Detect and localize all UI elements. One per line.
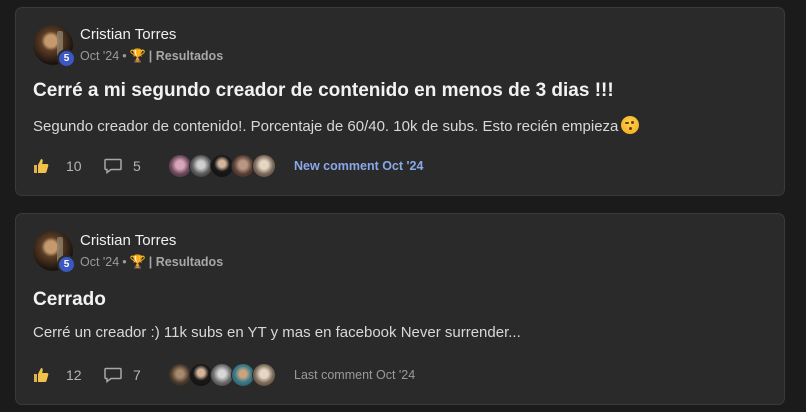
post-category[interactable]: | Resultados [149,255,223,269]
commenter-avatars [168,154,276,178]
level-badge: 5 [57,49,76,68]
comment-bubble-icon[interactable] [104,158,122,174]
winking-face-emoji-icon [621,116,640,134]
thumbs-up-icon[interactable] [33,158,49,174]
post-date: Oct '24 [80,255,120,269]
meta-separator: • [122,49,127,63]
author-name[interactable]: Cristian Torres [80,232,176,249]
trophy-icon: 🏆 [129,48,146,63]
post-body-text: Segundo creador de contenido!. Porcentaj… [33,118,619,135]
post-title[interactable]: Cerrado [33,289,106,311]
meta-separator: • [122,255,127,269]
author-name[interactable]: Cristian Torres [80,26,176,43]
post-meta: Oct '24 • 🏆 | Resultados [80,254,223,270]
post-body: Segundo creador de contenido!. Porcentaj… [33,116,640,135]
last-comment-date[interactable]: New comment Oct '24 [294,159,423,173]
post-category[interactable]: | Resultados [149,49,223,63]
like-count: 12 [66,367,82,383]
post-card[interactable]: 5 Cristian Torres Oct '24 • 🏆 | Resultad… [15,7,785,196]
comment-count: 5 [133,158,141,174]
level-badge: 5 [57,255,76,274]
post-body: Cerré un creador :) 11k subs en YT y mas… [33,324,521,341]
post-footer: 10 5 New comment Oct '24 [33,153,423,179]
post-meta: Oct '24 • 🏆 | Resultados [80,48,223,64]
post-title[interactable]: Cerré a mi segundo creador de contenido … [33,80,614,102]
thumbs-up-icon[interactable] [33,367,49,383]
comment-bubble-icon[interactable] [104,367,122,383]
comment-count: 7 [133,367,141,383]
author-avatar[interactable]: 5 [33,231,76,274]
commenter-avatar[interactable] [252,154,276,178]
commenter-avatar[interactable] [252,363,276,387]
last-comment-date[interactable]: Last comment Oct '24 [294,368,415,382]
post-card[interactable]: 5 Cristian Torres Oct '24 • 🏆 | Resultad… [15,213,785,405]
post-footer: 12 7 Last comment Oct '24 [33,362,415,388]
trophy-icon: 🏆 [129,254,146,269]
author-avatar[interactable]: 5 [33,25,76,68]
post-body-text: Cerré un creador :) 11k subs en YT y mas… [33,324,521,341]
post-date: Oct '24 [80,49,120,63]
commenter-avatars [168,363,276,387]
like-count: 10 [66,158,82,174]
